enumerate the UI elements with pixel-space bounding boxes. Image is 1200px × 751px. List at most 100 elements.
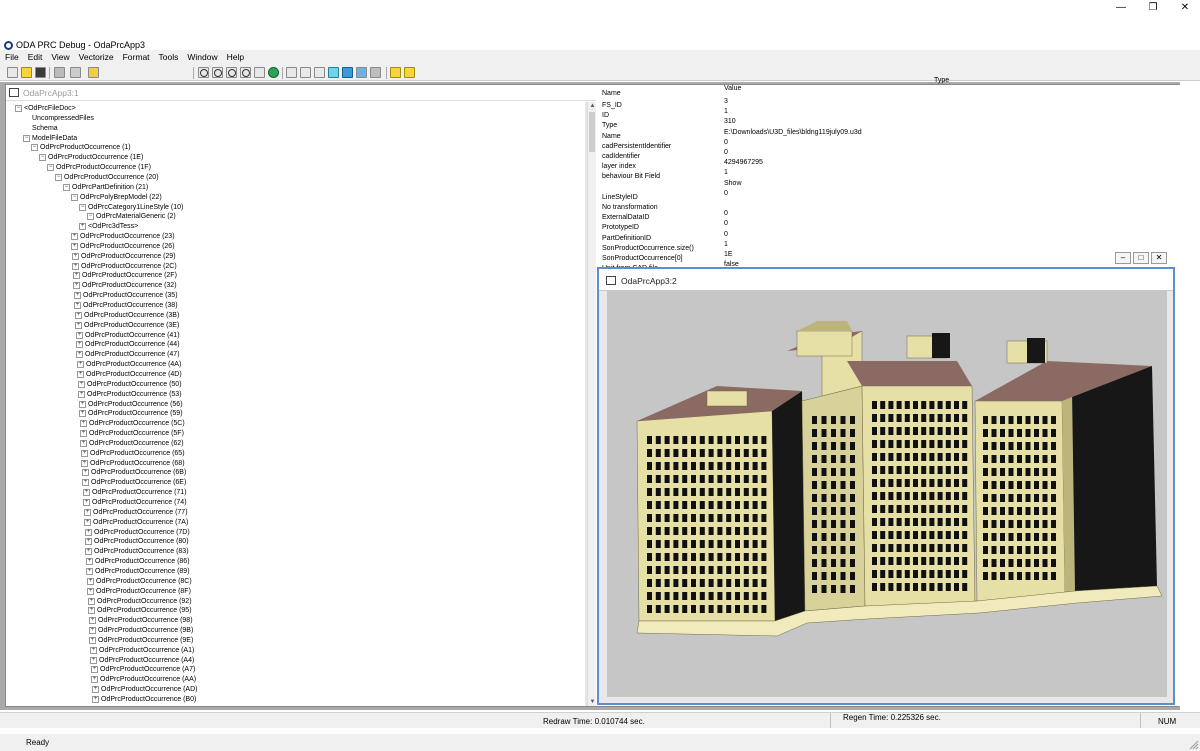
tree-node[interactable]: OdPrcProductOccurrence (77) <box>93 508 188 517</box>
tree-expand-toggle[interactable]: − <box>15 105 22 112</box>
menu-edit[interactable]: Edit <box>28 50 43 64</box>
tree-expand-toggle[interactable]: + <box>71 233 78 241</box>
about-icon[interactable] <box>88 67 99 78</box>
tree-node[interactable]: OdPrcProductOccurrence (5C) <box>89 419 185 428</box>
tree-expand-toggle[interactable]: + <box>83 489 90 497</box>
tree-expand-toggle[interactable]: + <box>87 587 94 595</box>
property-name[interactable]: cadPersistentIdentifier <box>602 143 671 150</box>
tree-node[interactable]: OdPrcProductOccurrence (95) <box>97 606 192 615</box>
doc2-minimize-button[interactable]: – <box>1115 252 1131 264</box>
tree-node[interactable]: OdPrcProductOccurrence (62) <box>89 439 184 448</box>
menu-window[interactable]: Window <box>187 50 217 64</box>
tree-node[interactable]: OdPrcPolyBrepModel (22) <box>80 193 162 202</box>
tree-view[interactable]: − <OdPrcFileDoc> UncompressedFiles Schema − M… <box>6 102 584 706</box>
tree-expand-toggle[interactable]: + <box>75 311 82 319</box>
hidden-line-icon[interactable] <box>300 67 311 78</box>
tree-expand-toggle[interactable]: − <box>87 213 94 221</box>
tree-node[interactable]: OdPrcProductOccurrence (92) <box>97 597 192 606</box>
tree-node[interactable]: OdPrcProductOccurrence (86) <box>95 557 190 566</box>
minimize-button[interactable]: — <box>1114 2 1128 14</box>
tree-expand-toggle[interactable]: + <box>85 538 92 546</box>
column-header-type[interactable]: Type <box>934 77 949 84</box>
property-name[interactable]: ExternalDataID <box>602 214 649 221</box>
tree-node[interactable]: OdPrcProductOccurrence (3E) <box>84 321 179 330</box>
property-name[interactable]: ID <box>602 112 609 119</box>
tree-node[interactable]: OdPrcProductOccurrence (23) <box>80 232 175 241</box>
tree-expand-toggle[interactable]: + <box>85 548 92 556</box>
tree-expand-toggle[interactable]: + <box>89 617 96 625</box>
tree-node[interactable]: OdPrcProductOccurrence (32) <box>82 281 177 290</box>
tree-node[interactable]: ModelFileData <box>32 134 77 143</box>
tree-node[interactable]: OdPrcProductOccurrence (A7) <box>100 665 195 674</box>
tree-expand-toggle[interactable]: + <box>79 400 86 408</box>
tree-node[interactable]: OdPrcProductOccurrence (AD) <box>101 685 197 694</box>
tree-expand-toggle[interactable]: + <box>77 361 84 369</box>
tree-expand-toggle[interactable]: + <box>75 321 82 329</box>
close-button[interactable]: ✕ <box>1178 2 1192 14</box>
zoom-in-icon[interactable] <box>212 67 223 78</box>
property-name[interactable]: PrototypeID <box>602 224 639 231</box>
tree-node[interactable]: OdPrcProductOccurrence (38) <box>83 301 178 310</box>
tree-node[interactable]: OdPrcProductOccurrence (41) <box>85 331 180 340</box>
tree-node[interactable]: UncompressedFiles <box>32 114 94 123</box>
tree-expand-toggle[interactable]: + <box>76 341 83 349</box>
tree-node[interactable]: OdPrcProductOccurrence (9E) <box>98 636 193 645</box>
tree-node[interactable]: OdPrcProductOccurrence (47) <box>85 350 180 359</box>
tree-expand-toggle[interactable]: + <box>77 370 84 378</box>
tree-node[interactable]: <OdPrc3dTess> <box>88 222 138 231</box>
tree-node[interactable]: OdPrcProductOccurrence (7A) <box>93 518 188 527</box>
property-name[interactable]: behaviour Bit Field <box>602 173 660 180</box>
flat-shaded-icon[interactable] <box>314 67 325 78</box>
zoom-window-icon[interactable] <box>198 67 209 78</box>
tree-expand-toggle[interactable]: + <box>81 459 88 467</box>
tree-node[interactable]: OdPrcProductOccurrence (A4) <box>99 656 194 665</box>
tree-node[interactable]: OdPrcProductOccurrence (74) <box>92 498 187 507</box>
menu-file[interactable]: File <box>5 50 19 64</box>
tree-expand-toggle[interactable]: + <box>80 439 87 447</box>
shaded-edges-icon[interactable] <box>342 67 353 78</box>
tree-expand-toggle[interactable]: + <box>88 607 95 615</box>
tree-node[interactable]: OdPrcPartDefinition (21) <box>72 183 148 192</box>
tree-expand-toggle[interactable]: + <box>91 666 98 674</box>
export-icon[interactable] <box>404 67 415 78</box>
tree-expand-toggle[interactable]: + <box>78 380 85 388</box>
zoom-out-icon[interactable] <box>226 67 237 78</box>
tree-node[interactable]: OdPrcProductOccurrence (7D) <box>94 528 190 537</box>
tree-expand-toggle[interactable]: + <box>90 656 97 664</box>
tree-node[interactable]: OdPrcMaterialGeneric (2) <box>96 212 176 221</box>
tree-node[interactable]: OdPrcProductOccurrence (8F) <box>96 587 191 596</box>
tree-node[interactable]: OdPrcProductOccurrence (68) <box>90 459 185 468</box>
tree-node[interactable]: OdPrcProductOccurrence (80) <box>94 537 189 546</box>
3d-viewport[interactable] <box>607 291 1167 697</box>
doc2-title-bar[interactable]: OdaPrcApp3:2 – □ ✕ <box>599 252 1173 291</box>
property-name[interactable]: Name <box>602 133 621 140</box>
tree-expand-toggle[interactable]: − <box>47 164 54 172</box>
tree-expand-toggle[interactable]: + <box>88 597 95 605</box>
tree-node[interactable]: OdPrcProductOccurrence (2C) <box>81 262 177 271</box>
tree-expand-toggle[interactable]: + <box>72 262 79 270</box>
tree-expand-toggle[interactable]: − <box>63 183 70 191</box>
tree-expand-toggle[interactable]: + <box>86 558 93 566</box>
tree-node[interactable]: OdPrcProductOccurrence (9B) <box>98 626 193 635</box>
tree-expand-toggle[interactable]: + <box>86 567 93 575</box>
tree-expand-toggle[interactable]: + <box>92 696 99 703</box>
tree-node[interactable]: OdPrcProductOccurrence (3B) <box>84 311 179 320</box>
column-header-name[interactable]: Name <box>602 90 621 97</box>
open-icon[interactable] <box>21 67 32 78</box>
tree-expand-toggle[interactable]: + <box>78 390 85 398</box>
tree-expand-toggle[interactable]: + <box>91 676 98 684</box>
wireframe-icon[interactable] <box>286 67 297 78</box>
tree-node[interactable]: OdPrcProductOccurrence (56) <box>88 400 183 409</box>
new-icon[interactable] <box>7 67 18 78</box>
property-name[interactable]: layer index <box>602 163 636 170</box>
tree-node[interactable]: OdPrcProductOccurrence (A1) <box>99 646 194 655</box>
tree-expand-toggle[interactable]: + <box>89 636 96 644</box>
property-name[interactable]: PartDefinitionID <box>602 235 651 242</box>
tree-node[interactable]: OdPrcProductOccurrence (89) <box>95 567 190 576</box>
tree-node[interactable]: OdPrcProductOccurrence (1F) <box>56 163 151 172</box>
tree-node[interactable]: OdPrcProductOccurrence (35) <box>83 291 178 300</box>
tree-expand-toggle[interactable]: + <box>80 430 87 438</box>
tree-expand-toggle[interactable]: − <box>79 203 86 211</box>
orbit-icon[interactable] <box>254 67 265 78</box>
doc2-restore-button[interactable]: □ <box>1133 252 1149 264</box>
